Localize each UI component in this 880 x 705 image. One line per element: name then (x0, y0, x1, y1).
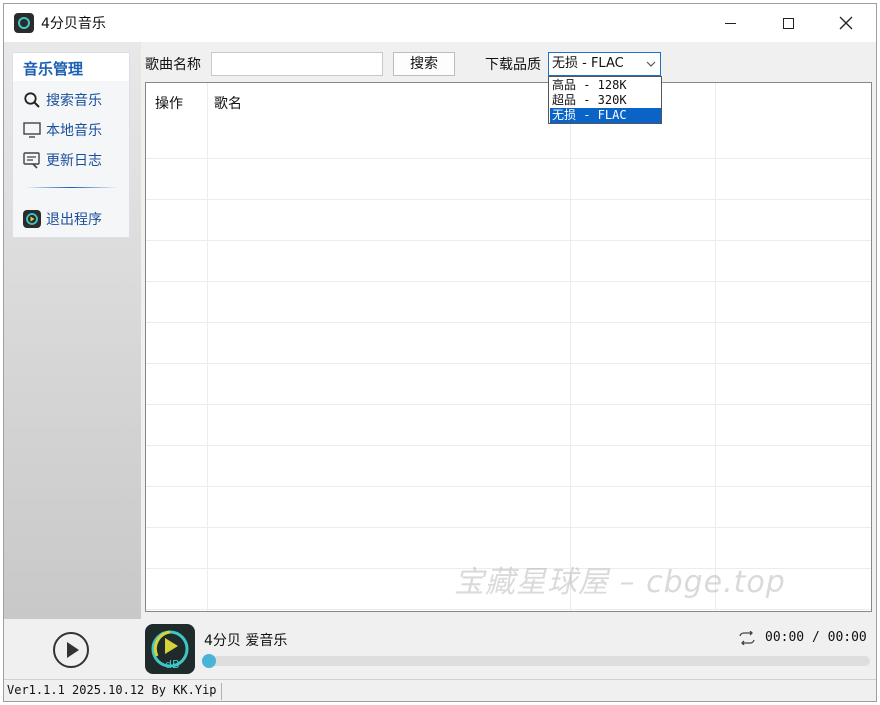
column-header-title[interactable]: 歌名 (214, 93, 242, 113)
title-bar[interactable]: 4分贝音乐 (4, 4, 876, 42)
row-divider (146, 486, 871, 487)
album-cover: dB (145, 624, 195, 674)
sidebar-item-label: 本地音乐 (46, 123, 102, 139)
track-name: 4分贝 爱音乐 (204, 633, 288, 649)
column-divider (207, 83, 208, 611)
play-icon (67, 642, 79, 658)
sidebar-item-local[interactable]: 本地音乐 (23, 118, 102, 142)
log-icon (23, 151, 41, 169)
player-bar: dB 4分贝 爱音乐 00:00 / 00:00 (4, 619, 876, 679)
quality-option[interactable]: 高品 - 128K (550, 78, 661, 93)
quality-option[interactable]: 超品 - 320K (550, 93, 661, 108)
row-divider (146, 281, 871, 282)
row-divider (146, 322, 871, 323)
row-divider (146, 609, 871, 610)
menu-header: 音乐管理 (13, 53, 129, 81)
maximize-icon (782, 17, 794, 29)
close-icon (839, 16, 853, 30)
row-divider (146, 240, 871, 241)
song-table[interactable]: 操作 歌名 (145, 82, 872, 612)
sidebar-item-label: 更新日志 (46, 153, 102, 169)
status-text: Ver1.1.1 2025.10.12 By KK.Yip (7, 683, 222, 700)
search-button[interactable]: 搜索 (393, 52, 455, 76)
play-button[interactable] (53, 632, 89, 668)
window-title: 4分贝音乐 (41, 16, 106, 32)
menu-header-label: 音乐管理 (23, 60, 84, 78)
time-display: 00:00 / 00:00 (737, 630, 867, 645)
time-text: 00:00 / 00:00 (765, 630, 867, 645)
progress-bar[interactable] (202, 654, 870, 668)
status-bar: Ver1.1.1 2025.10.12 By KK.Yip (4, 679, 876, 701)
row-divider (146, 363, 871, 364)
menu-card: 音乐管理 搜索音乐 本地音乐 更新日志 退出程序 (12, 52, 130, 238)
row-divider (146, 158, 871, 159)
column-divider (570, 83, 571, 611)
app-logo-icon (23, 210, 41, 228)
app-window: 4分贝音乐 音乐管理 搜索音乐 本地音乐 更新日志 退出程序 歌曲名称 搜索 下… (3, 3, 877, 702)
minimize-button[interactable] (701, 4, 759, 42)
minimize-icon (724, 22, 736, 24)
sidebar-item-label: 退出程序 (46, 212, 102, 228)
monitor-icon (23, 121, 41, 139)
maximize-button[interactable] (759, 4, 817, 42)
close-button[interactable] (817, 4, 875, 42)
progress-knob[interactable] (202, 654, 216, 668)
quality-dropdown-list: 高品 - 128K 超品 - 320K 无损 - FLAC (548, 76, 662, 124)
menu-divider (25, 187, 117, 188)
sidebar: 音乐管理 搜索音乐 本地音乐 更新日志 退出程序 (4, 42, 141, 619)
row-divider (146, 527, 871, 528)
song-name-input[interactable] (211, 52, 383, 76)
sidebar-item-label: 搜索音乐 (46, 93, 102, 109)
quality-option-selected[interactable]: 无损 - FLAC (550, 108, 661, 123)
quality-selected-value: 无损 - FLAC (552, 56, 624, 71)
watermark: 宝藏星球屋 – cbge.top (454, 565, 786, 600)
row-divider (146, 404, 871, 405)
quality-select[interactable]: 无损 - FLAC (548, 52, 661, 76)
search-icon (23, 91, 41, 109)
song-name-label: 歌曲名称 (145, 57, 201, 73)
sidebar-item-changelog[interactable]: 更新日志 (23, 148, 102, 172)
row-divider (146, 199, 871, 200)
app-logo-icon (14, 13, 34, 33)
cover-text: dB (165, 658, 180, 671)
column-header-action[interactable]: 操作 (155, 93, 183, 113)
sidebar-item-exit[interactable]: 退出程序 (23, 207, 102, 231)
repeat-icon[interactable] (737, 630, 757, 645)
column-divider (715, 83, 716, 611)
row-divider (146, 445, 871, 446)
sidebar-item-search[interactable]: 搜索音乐 (23, 88, 102, 112)
quality-label: 下载品质 (485, 57, 541, 73)
